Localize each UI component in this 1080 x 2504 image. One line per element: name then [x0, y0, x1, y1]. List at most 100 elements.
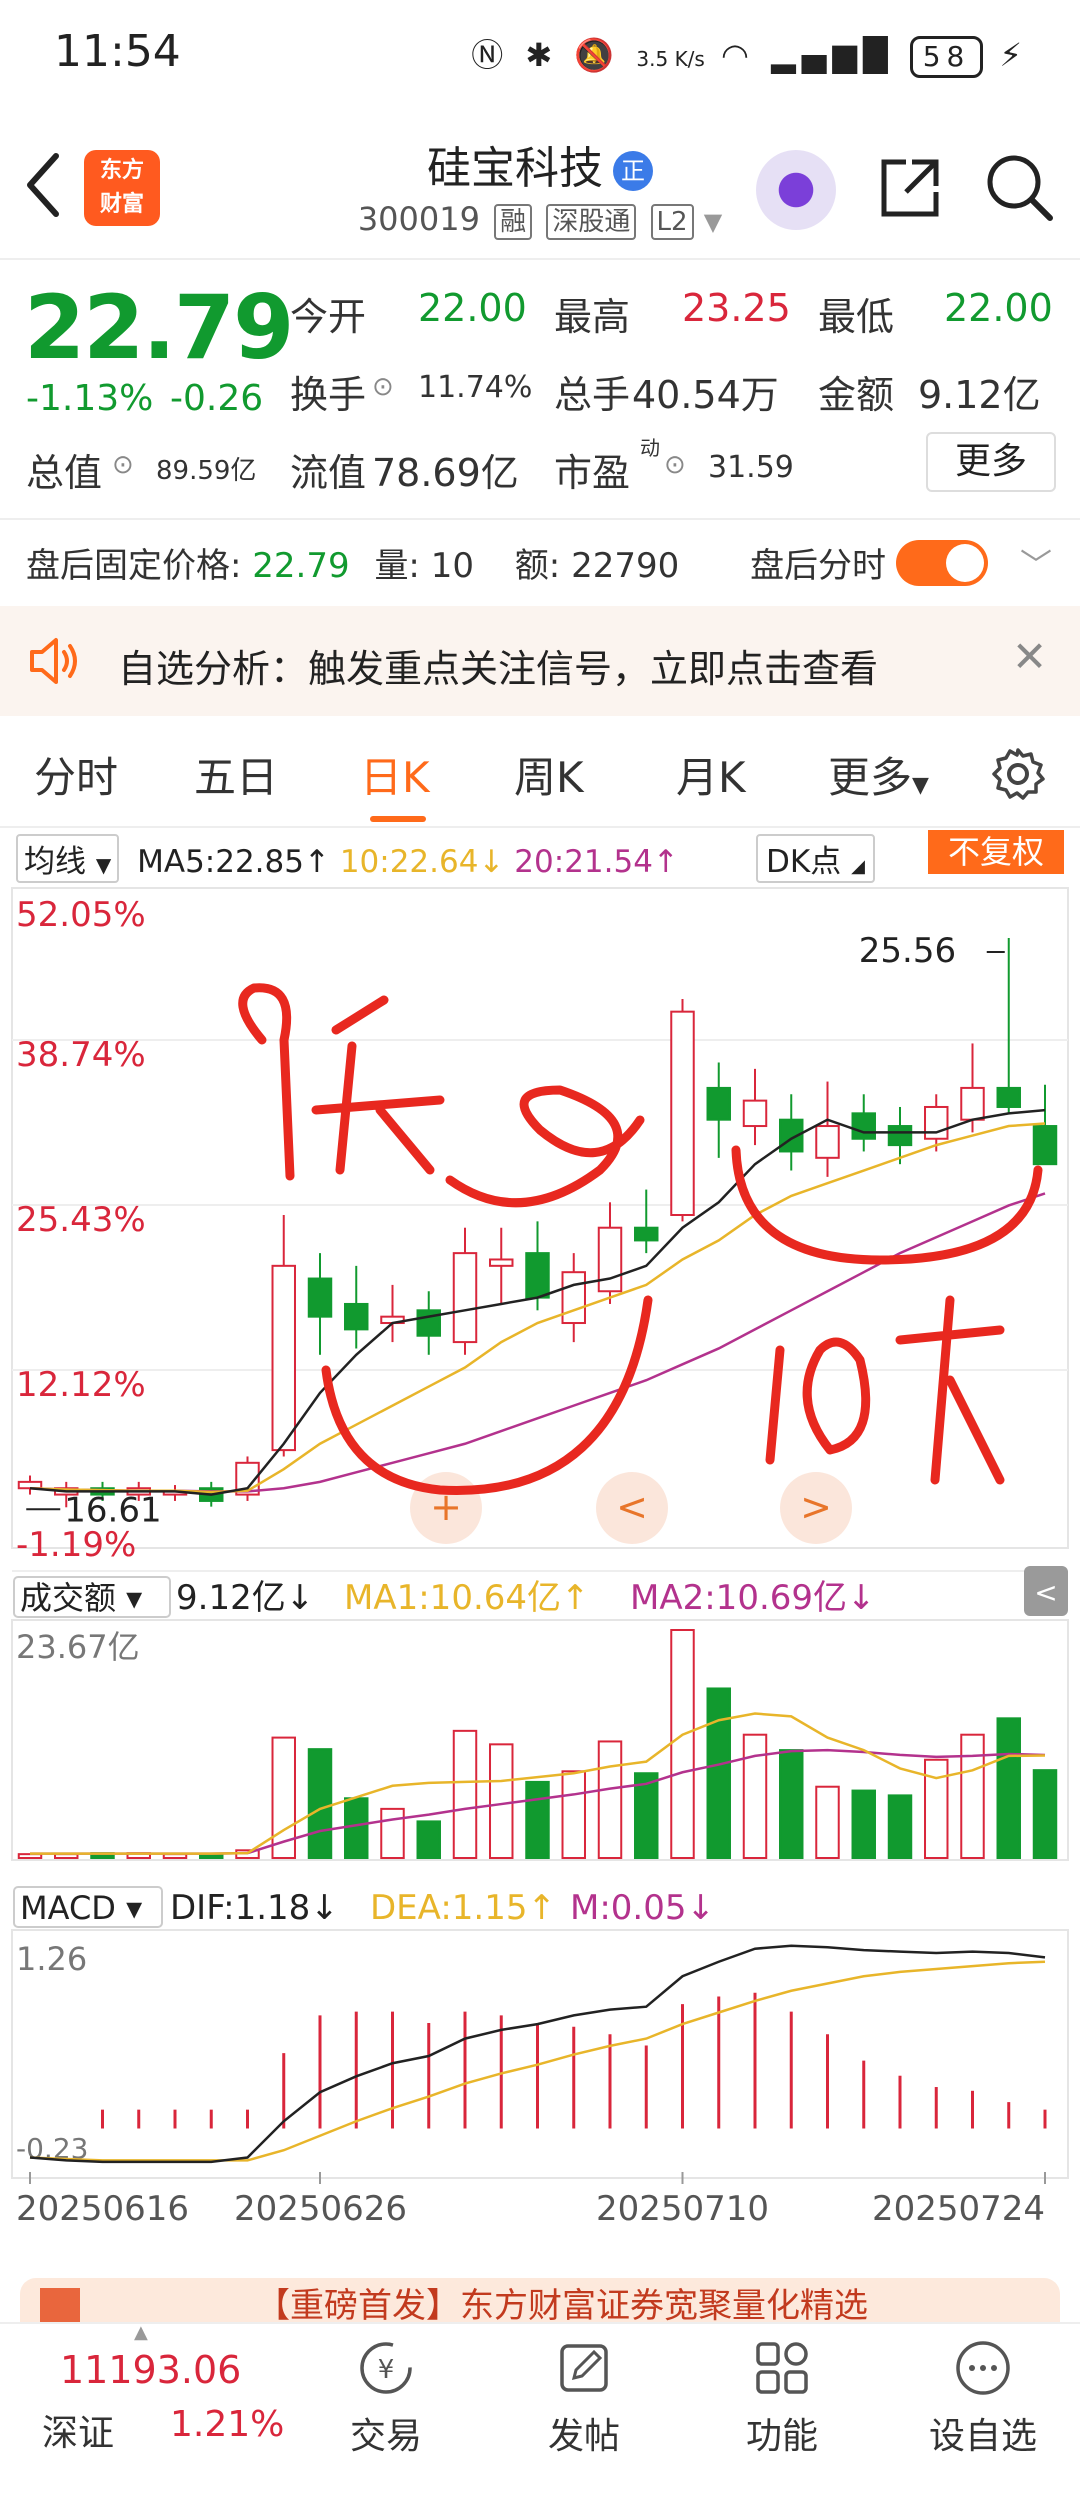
chevron-down-icon[interactable]: ﹀ [1020, 540, 1052, 586]
ma20-legend: 20:21.54↑ [514, 844, 679, 880]
tab-monthly-k[interactable]: 月K [676, 744, 746, 805]
kline-frame [11, 887, 1069, 1549]
indicator-select[interactable]: 均线 ▼ [16, 834, 120, 883]
volume-bar [887, 1794, 913, 1859]
promo-icon [40, 2288, 80, 2322]
low-value: 22.00 [944, 286, 1053, 330]
tab-intraday[interactable]: 分时 [34, 744, 118, 805]
turnover-value: 11.74% [418, 370, 533, 405]
candle-body [1032, 1125, 1058, 1166]
volume-value: 9.12亿↓ [176, 1578, 314, 1618]
volume-bar [380, 1807, 405, 1859]
high-value: 23.25 [682, 286, 791, 330]
tab-weekly-k[interactable]: 周K [514, 744, 584, 805]
volume-bar [924, 1758, 949, 1859]
after-hours-price: 22.79 [252, 546, 350, 586]
volume-bar [779, 1749, 804, 1859]
macd-frame [11, 1929, 1069, 2179]
mute-icon: 🔕 [574, 36, 621, 74]
macd-dif: DIF:1.18↓ [170, 1888, 339, 1928]
pe-label: 市盈 [554, 451, 631, 495]
bluetooth-icon: ✱ [525, 36, 559, 74]
tab-five-day[interactable]: 五日 [194, 744, 278, 805]
nav-functions[interactable]: 功能 [732, 2338, 832, 2459]
float-label: 流值 [290, 451, 367, 495]
search-icon[interactable] [984, 152, 1054, 222]
max-price-label: 25.56 [859, 931, 956, 971]
notice-text[interactable]: 自选分析：触发重点关注信号，立即点击查看 [118, 638, 878, 693]
gear-icon[interactable] [990, 746, 1046, 802]
nav-add-watchlist[interactable]: 设自选 [918, 2338, 1048, 2459]
stock-chart[interactable]: 52.05% 38.74% 25.43% 12.12% -1.19% 25.56 16.6… [0, 880, 1080, 2260]
status-icons: Ⓝ ✱ 🔕 3.5 K/s ◠ ▂▄▆█ 58 ⚡ [471, 30, 1028, 78]
volume-bar [742, 1733, 768, 1860]
nav-post[interactable]: 发帖 [534, 2338, 634, 2459]
candle-body [706, 1086, 731, 1121]
volume-select: 成交额 ▾ [20, 1579, 142, 1617]
share-icon[interactable] [876, 154, 944, 222]
volume-bar [670, 1629, 695, 1859]
volume-bar [307, 1748, 333, 1860]
volume-ma1: MA1:10.64亿↑ [344, 1578, 590, 1618]
tab-daily-k[interactable]: 日K [360, 744, 430, 805]
candle-body [815, 1125, 840, 1159]
index-percent[interactable]: 1.21% [170, 2404, 284, 2445]
header-divider [0, 258, 1080, 260]
after-hours-row: 盘后固定价格: 22.79 量: 10 额: 22790 盘后分时 [26, 546, 887, 586]
y-axis-pct-label: 12.12% [16, 1365, 146, 1405]
current-price: 22.79 [24, 276, 294, 379]
status-time: 11:54 [54, 26, 181, 77]
after-hours-amount: 22790 [571, 546, 680, 586]
dropdown-triangle-icon: ▼ [703, 208, 723, 236]
verified-badge: 正 [613, 151, 653, 191]
battery-indicator: 58 [909, 36, 984, 78]
candle-body [561, 1271, 586, 1325]
net-speed: 3.5 K/s [636, 47, 705, 71]
index-name[interactable]: 深证 [42, 2404, 114, 2456]
volume-ma2: MA2:10.69亿↓ [630, 1578, 876, 1618]
tab-more[interactable]: 更多▼ [828, 744, 929, 805]
candle-body [670, 1010, 695, 1216]
change-amount: -0.26 [170, 378, 264, 419]
date-label: 20250724 [872, 2189, 1045, 2229]
low-label: 最低 [818, 295, 895, 339]
after-hours-volume: 10 [430, 546, 474, 586]
candle-body [924, 1105, 949, 1140]
tab-underline [370, 816, 426, 822]
volume-bar [960, 1733, 985, 1860]
macd-select: MACD ▾ [20, 1889, 142, 1927]
dk-point-select[interactable]: DK点 ◢ [756, 834, 875, 883]
y-axis-pct-label: 52.05% [16, 895, 146, 935]
y-axis-pct-label: 25.43% [16, 1200, 146, 1240]
volume-value: 40.54万 [632, 373, 779, 417]
info-icon[interactable]: ⊙ [372, 372, 394, 402]
macd-top-label: 1.26 [16, 1940, 87, 1978]
nfc-icon: Ⓝ [471, 36, 510, 74]
volume-bar [452, 1729, 478, 1859]
more-quote-button[interactable]: 更多 [926, 432, 1056, 492]
nav-trade[interactable]: ¥ 交易 [336, 2338, 436, 2459]
candle-body [452, 1252, 478, 1344]
volume-bar [706, 1687, 731, 1859]
after-hours-toggle[interactable] [896, 540, 988, 586]
mcap-label: 总值 [26, 451, 103, 495]
macd-dea: DEA:1.15↑ [370, 1888, 556, 1928]
collapse-arrow-icon[interactable]: ▲ [134, 2322, 148, 2343]
no-adjust-button[interactable]: 不复权 [928, 830, 1064, 874]
ma10-legend: 10:22.64↓ [339, 844, 505, 880]
date-label: 20250626 [234, 2189, 407, 2229]
index-value[interactable]: 11193.06 [60, 2348, 241, 2392]
more-dots-icon [956, 2341, 1010, 2395]
promo-text[interactable]: 【重磅首发】东方财富证券宽聚量化精选 [256, 2278, 868, 2327]
info-icon[interactable]: ⊙ [112, 450, 134, 480]
close-icon[interactable]: ✕ [1012, 632, 1047, 681]
chart-control-label: < [616, 1485, 648, 1529]
candle-body [634, 1226, 659, 1242]
candle-body [996, 1086, 1021, 1108]
chevron-left-icon: < [1034, 1576, 1057, 1609]
open-label: 今开 [290, 295, 367, 339]
chart-control-label: > [800, 1485, 832, 1529]
charging-icon: ⚡ [999, 36, 1028, 74]
ai-assistant-avatar[interactable] [756, 150, 836, 230]
info-icon[interactable]: ⊙ [664, 450, 686, 480]
